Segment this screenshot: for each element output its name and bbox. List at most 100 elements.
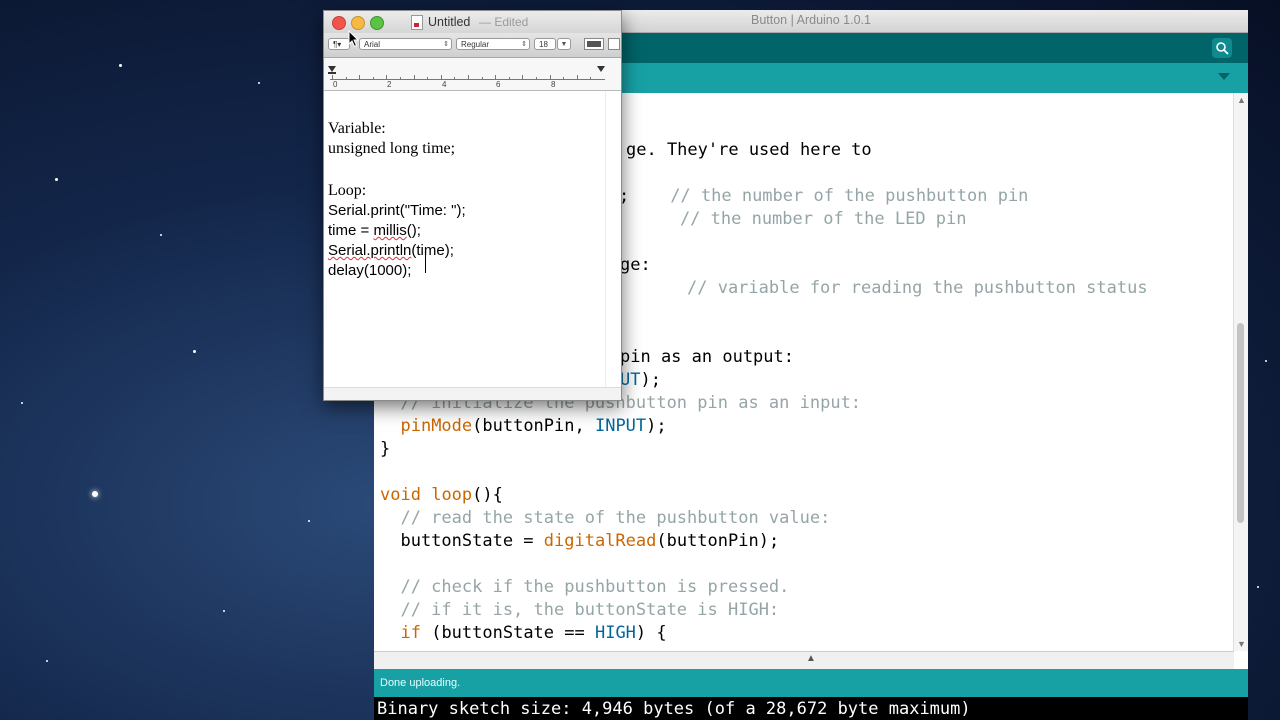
- misspelled-word[interactable]: Serial.println: [328, 242, 411, 259]
- code-token: ge. They're used here to: [626, 140, 872, 160]
- textedit-title: Untitled: [428, 15, 471, 29]
- ruler-tick: [400, 77, 401, 80]
- ruler-tick: [414, 75, 415, 80]
- document-text-area[interactable]: Variable: unsigned long time; Loop: Serial.…: [324, 91, 605, 391]
- ruler-number: 4: [442, 80, 447, 89]
- code-token: );: [640, 370, 661, 390]
- close-icon[interactable]: [332, 16, 346, 30]
- mouse-cursor-icon: [348, 30, 360, 48]
- code-token: (buttonState ==: [420, 623, 595, 643]
- textedit-title-bar[interactable]: Untitled — Edited: [324, 11, 621, 33]
- paragraph-style-popup[interactable]: ¶▾: [328, 38, 350, 50]
- font-size-field[interactable]: 18: [534, 38, 556, 50]
- status-message: Done uploading.: [380, 677, 461, 689]
- tab-menu-arrow-icon[interactable]: [1218, 73, 1230, 80]
- star: [1257, 586, 1259, 588]
- star: [258, 82, 260, 84]
- ruler-number: 0: [333, 80, 338, 89]
- ruler-number: 2: [387, 80, 392, 89]
- code-line: }: [380, 439, 390, 459]
- document-line: Serial.println(time);: [328, 242, 454, 259]
- editor-console-divider[interactable]: ▲: [374, 651, 1234, 670]
- code-token: buttonState =: [380, 531, 544, 551]
- code-line: pin as an output:: [620, 347, 794, 367]
- ruler[interactable]: 0 2 4 6 8: [324, 58, 621, 91]
- star: [119, 64, 122, 67]
- star: [193, 350, 196, 353]
- code-line: ge. They're used here to: [626, 140, 872, 160]
- font-size-label: 18: [539, 40, 548, 49]
- code-token: }: [380, 439, 391, 459]
- code-line: ge:: [620, 255, 651, 275]
- right-margin-marker-icon[interactable]: [597, 66, 605, 72]
- ruler-tick: [522, 75, 523, 80]
- code-token: (){: [472, 485, 503, 505]
- textedit-window: Untitled — Edited ¶▾ Arial ⇕ Regular ⇕ 18 …: [323, 10, 622, 401]
- code-token: // read the state of the pushbutton valu…: [380, 508, 831, 528]
- code-token: pinMode: [400, 416, 473, 436]
- star: [308, 520, 310, 522]
- font-size-dropdown-icon[interactable]: ▼: [557, 38, 571, 50]
- ruler-tick: [509, 77, 510, 80]
- zoom-icon[interactable]: [370, 16, 384, 30]
- serial-monitor-icon: [1216, 42, 1229, 55]
- font-family-label: Arial: [364, 40, 381, 49]
- star: [21, 402, 23, 404]
- document-line: delay(1000);: [328, 262, 412, 279]
- code-line: // the number of the LED pin: [639, 209, 967, 229]
- code-token: (buttonPin);: [656, 531, 780, 551]
- popup-arrows-icon: ⇕: [443, 41, 449, 48]
- code-token: loop: [431, 485, 473, 505]
- editor-vertical-scrollbar[interactable]: ▲ ▼: [1233, 93, 1248, 651]
- document-vertical-scrollbar[interactable]: [605, 91, 621, 391]
- code-line: UT);: [620, 370, 661, 390]
- document-line: time = millis();: [328, 222, 421, 239]
- ruler-tick: [359, 75, 360, 80]
- code-line: buttonState = digitalRead(buttonPin);: [380, 531, 779, 551]
- edited-indicator: — Edited: [479, 15, 529, 29]
- ruler-number: 8: [551, 80, 556, 89]
- ruler-tick: [427, 77, 428, 80]
- ruler-tick: [590, 77, 591, 80]
- format-bar: ¶▾ Arial ⇕ Regular ⇕ 18 ▼: [324, 33, 621, 58]
- ruler-tick: [482, 77, 483, 80]
- first-line-indent-marker-icon[interactable]: [328, 72, 336, 74]
- document-icon[interactable]: [411, 15, 423, 30]
- code-line: // if it is, the buttonState is HIGH:: [380, 600, 779, 620]
- document-line: Loop:: [328, 182, 367, 199]
- star: [55, 178, 58, 181]
- document-line: unsigned long time;: [328, 140, 456, 157]
- scroll-thumb[interactable]: [1237, 323, 1244, 523]
- document-line: Serial.print("Time: ");: [328, 202, 466, 219]
- code-token: ge:: [620, 255, 651, 275]
- code-token: // if it is, the buttonState is HIGH:: [380, 600, 780, 620]
- ruler-number: 6: [496, 80, 501, 89]
- code-token: digitalRead: [543, 531, 657, 551]
- code-line: if (buttonState == HIGH) {: [380, 623, 666, 643]
- text-color-well[interactable]: [584, 38, 604, 50]
- document-text: time =: [328, 222, 374, 239]
- code-token: void: [380, 485, 421, 505]
- code-token: // check if the pushbutton is pressed.: [380, 577, 790, 597]
- typeface-popup[interactable]: Regular ⇕: [456, 38, 530, 50]
- code-line: // read the state of the pushbutton valu…: [380, 508, 830, 528]
- document-line: Variable:: [328, 120, 386, 137]
- scroll-down-arrow-icon[interactable]: ▼: [1237, 639, 1246, 649]
- background-color-well[interactable]: [608, 38, 620, 50]
- serial-monitor-button[interactable]: [1212, 38, 1232, 58]
- misspelled-word[interactable]: millis: [373, 222, 406, 239]
- scroll-up-arrow-icon[interactable]: ▲: [1237, 95, 1246, 105]
- code-token: // the number of the LED pin: [639, 209, 967, 229]
- font-family-popup[interactable]: Arial ⇕: [359, 38, 452, 50]
- ruler-tick: [373, 77, 374, 80]
- divider-handle-icon[interactable]: ▲: [806, 653, 816, 664]
- minimize-icon[interactable]: [351, 16, 365, 30]
- paragraph-style-label: ¶▾: [333, 40, 342, 49]
- ruler-tick: [346, 77, 347, 80]
- code-line: // check if the pushbutton is pressed.: [380, 577, 789, 597]
- code-token: if: [400, 623, 421, 643]
- ruler-tick: [563, 77, 564, 80]
